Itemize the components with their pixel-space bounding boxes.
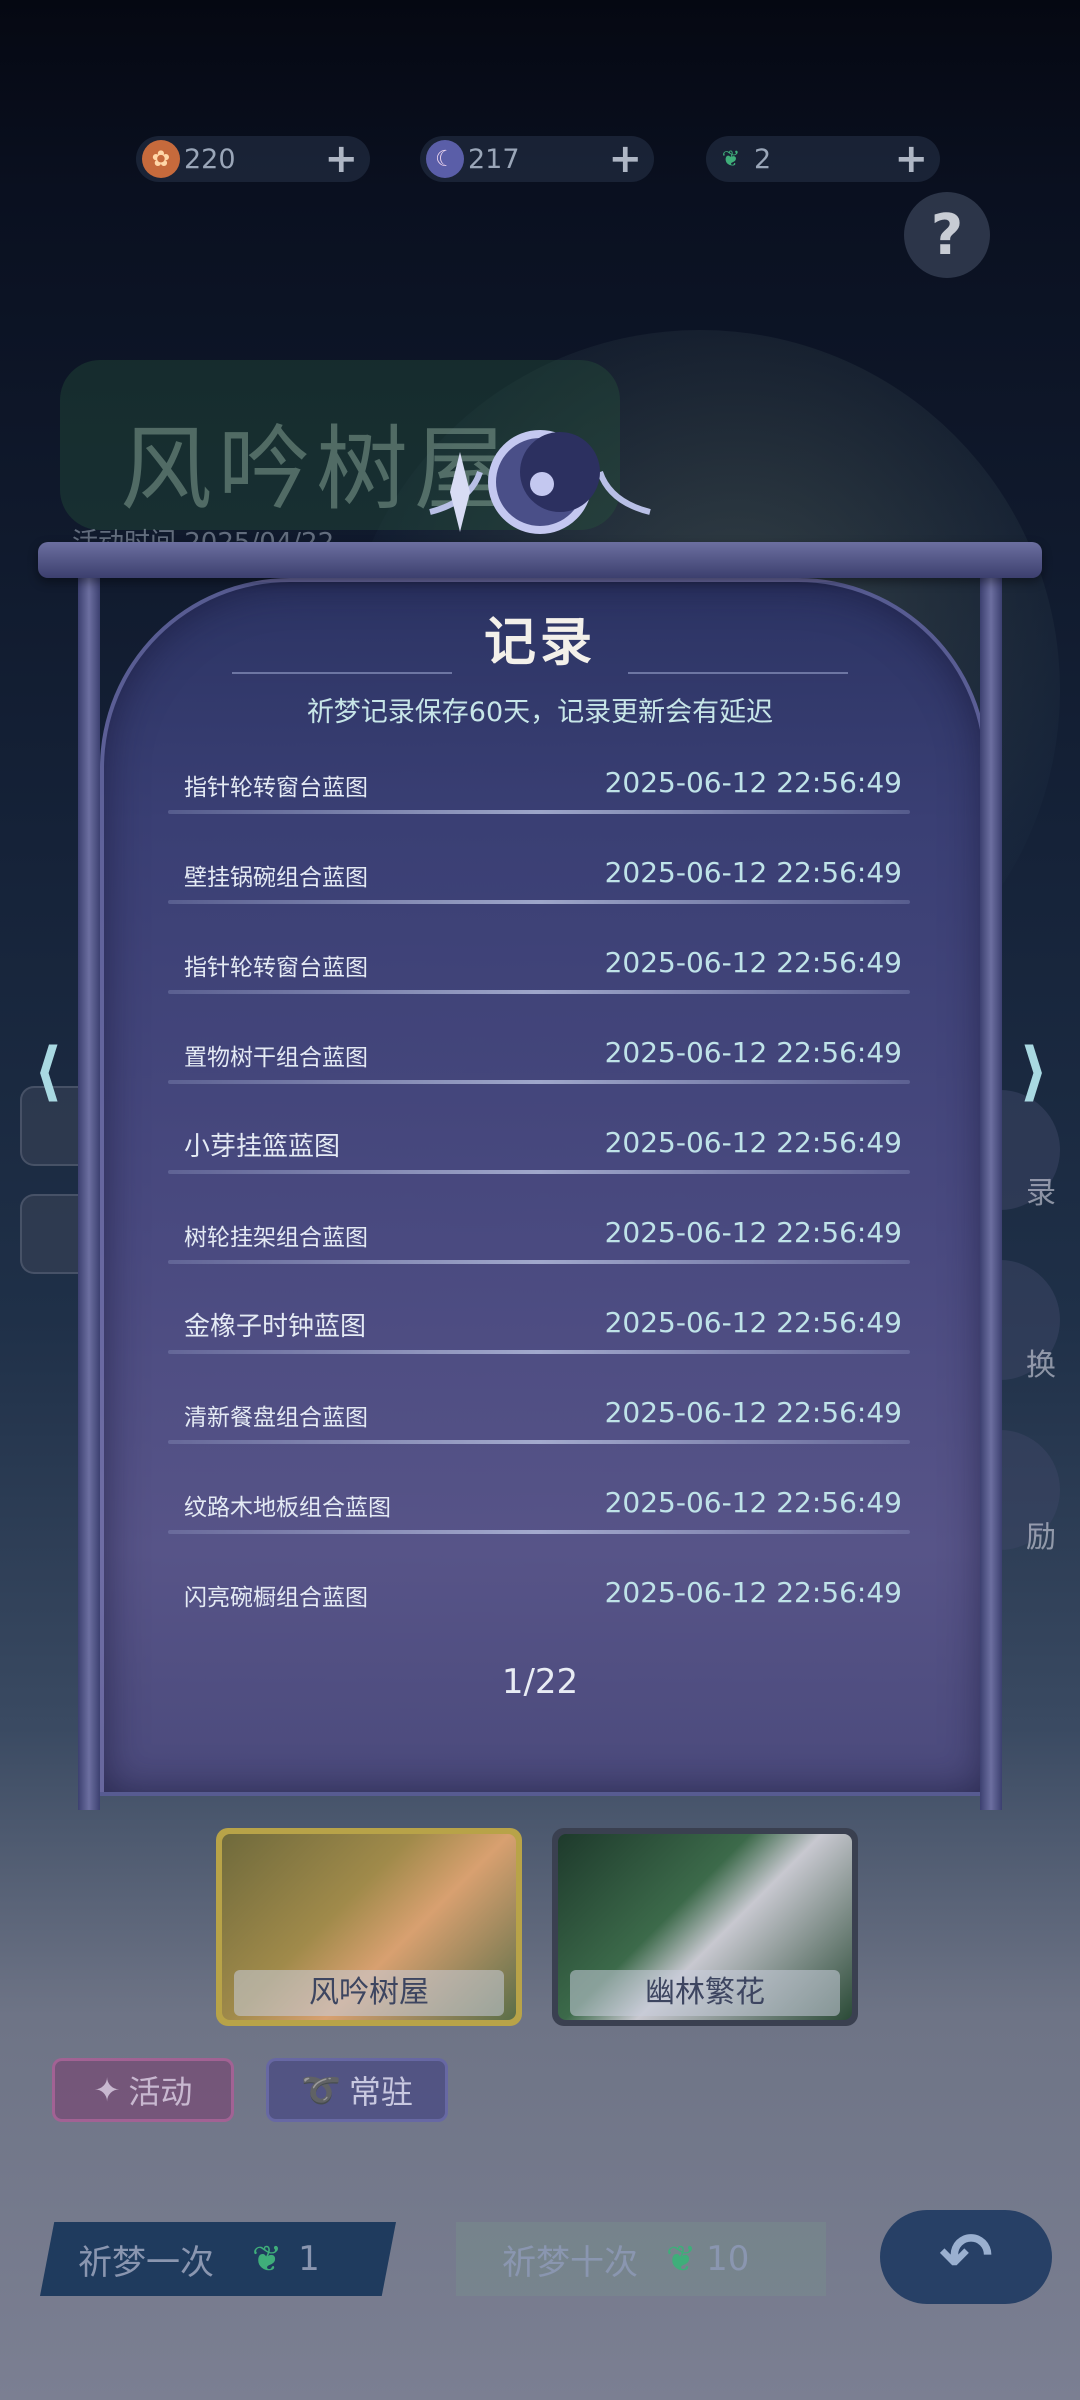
feather-icon: ❦	[252, 2238, 283, 2280]
record-time: 2025-06-12 22:56:49	[604, 946, 902, 979]
pray-ten-button[interactable]: 祈梦十次 ❦ 10	[456, 2222, 826, 2296]
record-list: 指针轮转窗台蓝图 2025-06-12 22:56:49 壁挂锅碗组合蓝图 20…	[168, 750, 910, 1650]
record-item-name: 指针轮转窗台蓝图	[184, 775, 368, 801]
record-item-name: 指针轮转窗台蓝图	[184, 955, 368, 981]
record-item-name: 纹路木地板组合蓝图	[184, 1495, 391, 1521]
record-time: 2025-06-12 22:56:49	[604, 856, 902, 889]
record-row: 树轮挂架组合蓝图 2025-06-12 22:56:49	[168, 1200, 910, 1290]
record-item-name: 置物树干组合蓝图	[184, 1045, 368, 1071]
record-item-name: 树轮挂架组合蓝图	[184, 1225, 368, 1251]
row-divider	[168, 1530, 910, 1534]
row-divider	[168, 810, 910, 814]
record-time: 2025-06-12 22:56:49	[604, 1576, 902, 1609]
currency-flower: ✿ 220 +	[136, 136, 370, 182]
banner-windchant-treehouse[interactable]: 风吟树屋	[216, 1828, 522, 2026]
record-row: 纹路木地板组合蓝图 2025-06-12 22:56:49	[168, 1470, 910, 1560]
moon-coin-icon: ☾	[426, 140, 464, 178]
currency-value: 217	[468, 143, 520, 175]
frame-pillar-right	[980, 560, 1002, 1810]
moon-ornament-icon	[429, 430, 651, 534]
record-time: 2025-06-12 22:56:49	[604, 1396, 902, 1429]
row-divider	[168, 1350, 910, 1354]
next-page-arrow-icon[interactable]: ⟩	[1014, 1040, 1054, 1104]
tab-label: 常驻	[348, 2073, 413, 2111]
modal-subtitle: 祈梦记录保存60天，记录更新会有延迟	[306, 697, 774, 728]
banner-label: 幽林繁花	[570, 1970, 840, 2016]
record-row: 金橡子时钟蓝图 2025-06-12 22:56:49	[168, 1290, 910, 1380]
feather-icon: ❦	[666, 2238, 697, 2280]
currency-value: 220	[184, 143, 236, 175]
currency-value: 2	[754, 143, 772, 175]
pray-once-button[interactable]: 祈梦一次 ❦ 1	[40, 2222, 396, 2296]
add-currency-icon[interactable]: +	[324, 139, 358, 179]
background-right-label: 励	[1026, 1520, 1056, 1555]
back-button[interactable]: ↶	[880, 2210, 1052, 2304]
title-divider	[628, 672, 848, 674]
background-right-label: 录	[1026, 1176, 1056, 1211]
pray-once-cost: 1	[298, 2239, 320, 2279]
add-currency-icon[interactable]: +	[608, 139, 642, 179]
frame-pillar-left	[78, 560, 100, 1810]
page-indicator: 1/22	[501, 1662, 579, 1702]
record-row: 壁挂锅碗组合蓝图 2025-06-12 22:56:49	[168, 840, 910, 930]
record-item-name: 闪亮碗橱组合蓝图	[184, 1585, 368, 1611]
record-time: 2025-06-12 22:56:49	[604, 766, 902, 799]
record-time: 2025-06-12 22:56:49	[604, 1036, 902, 1069]
add-currency-icon[interactable]: +	[894, 139, 928, 179]
record-item-name: 金橡子时钟蓝图	[184, 1312, 367, 1342]
prev-page-arrow-icon[interactable]: ⟨	[28, 1040, 68, 1104]
tab-activity[interactable]: ✦ 活动	[52, 2058, 234, 2122]
record-time: 2025-06-12 22:56:49	[604, 1126, 902, 1159]
pray-once-label: 祈梦一次	[78, 2242, 214, 2283]
banner-forest-blossom[interactable]: 幽林繁花	[552, 1828, 858, 2026]
record-row: 清新餐盘组合蓝图 2025-06-12 22:56:49	[168, 1380, 910, 1470]
activity-icon: ✦	[93, 2071, 121, 2109]
tab-permanent[interactable]: ➰ 常驻	[266, 2058, 448, 2122]
tab-label: 活动	[128, 2073, 193, 2111]
row-divider	[168, 1440, 910, 1444]
record-row: 置物树干组合蓝图 2025-06-12 22:56:49	[168, 1020, 910, 1110]
feather-icon: ❦	[721, 146, 741, 172]
title-divider	[232, 672, 452, 674]
row-divider	[168, 990, 910, 994]
record-item-name: 壁挂锅碗组合蓝图	[184, 865, 368, 891]
record-row: 指针轮转窗台蓝图 2025-06-12 22:56:49	[168, 930, 910, 1020]
row-divider	[168, 1170, 910, 1174]
swirl-icon: ➰	[301, 2071, 341, 2109]
pray-ten-cost: 10	[706, 2239, 750, 2279]
currency-moon: ☾ 217 +	[420, 136, 654, 182]
currency-feather: ❦ 2 +	[706, 136, 940, 182]
pray-ten-label: 祈梦十次	[502, 2242, 638, 2283]
row-divider	[168, 1080, 910, 1084]
background-right-label: 换	[1026, 1348, 1056, 1383]
record-row: 小芽挂篮蓝图 2025-06-12 22:56:49	[168, 1110, 910, 1200]
record-time: 2025-06-12 22:56:49	[604, 1216, 902, 1249]
record-row: 指针轮转窗台蓝图 2025-06-12 22:56:49	[168, 750, 910, 840]
back-arrow-icon: ↶	[939, 2220, 993, 2294]
modal-title: 记录	[483, 613, 596, 673]
record-item-name: 小芽挂篮蓝图	[184, 1132, 341, 1162]
help-button[interactable]: ?	[904, 192, 990, 278]
banner-label: 风吟树屋	[234, 1970, 504, 2016]
record-time: 2025-06-12 22:56:49	[604, 1306, 902, 1339]
record-row: 闪亮碗橱组合蓝图 2025-06-12 22:56:49	[168, 1560, 910, 1650]
flower-coin-icon: ✿	[142, 140, 180, 178]
row-divider	[168, 1260, 910, 1264]
record-time: 2025-06-12 22:56:49	[604, 1486, 902, 1519]
row-divider	[168, 900, 910, 904]
record-item-name: 清新餐盘组合蓝图	[184, 1405, 368, 1431]
